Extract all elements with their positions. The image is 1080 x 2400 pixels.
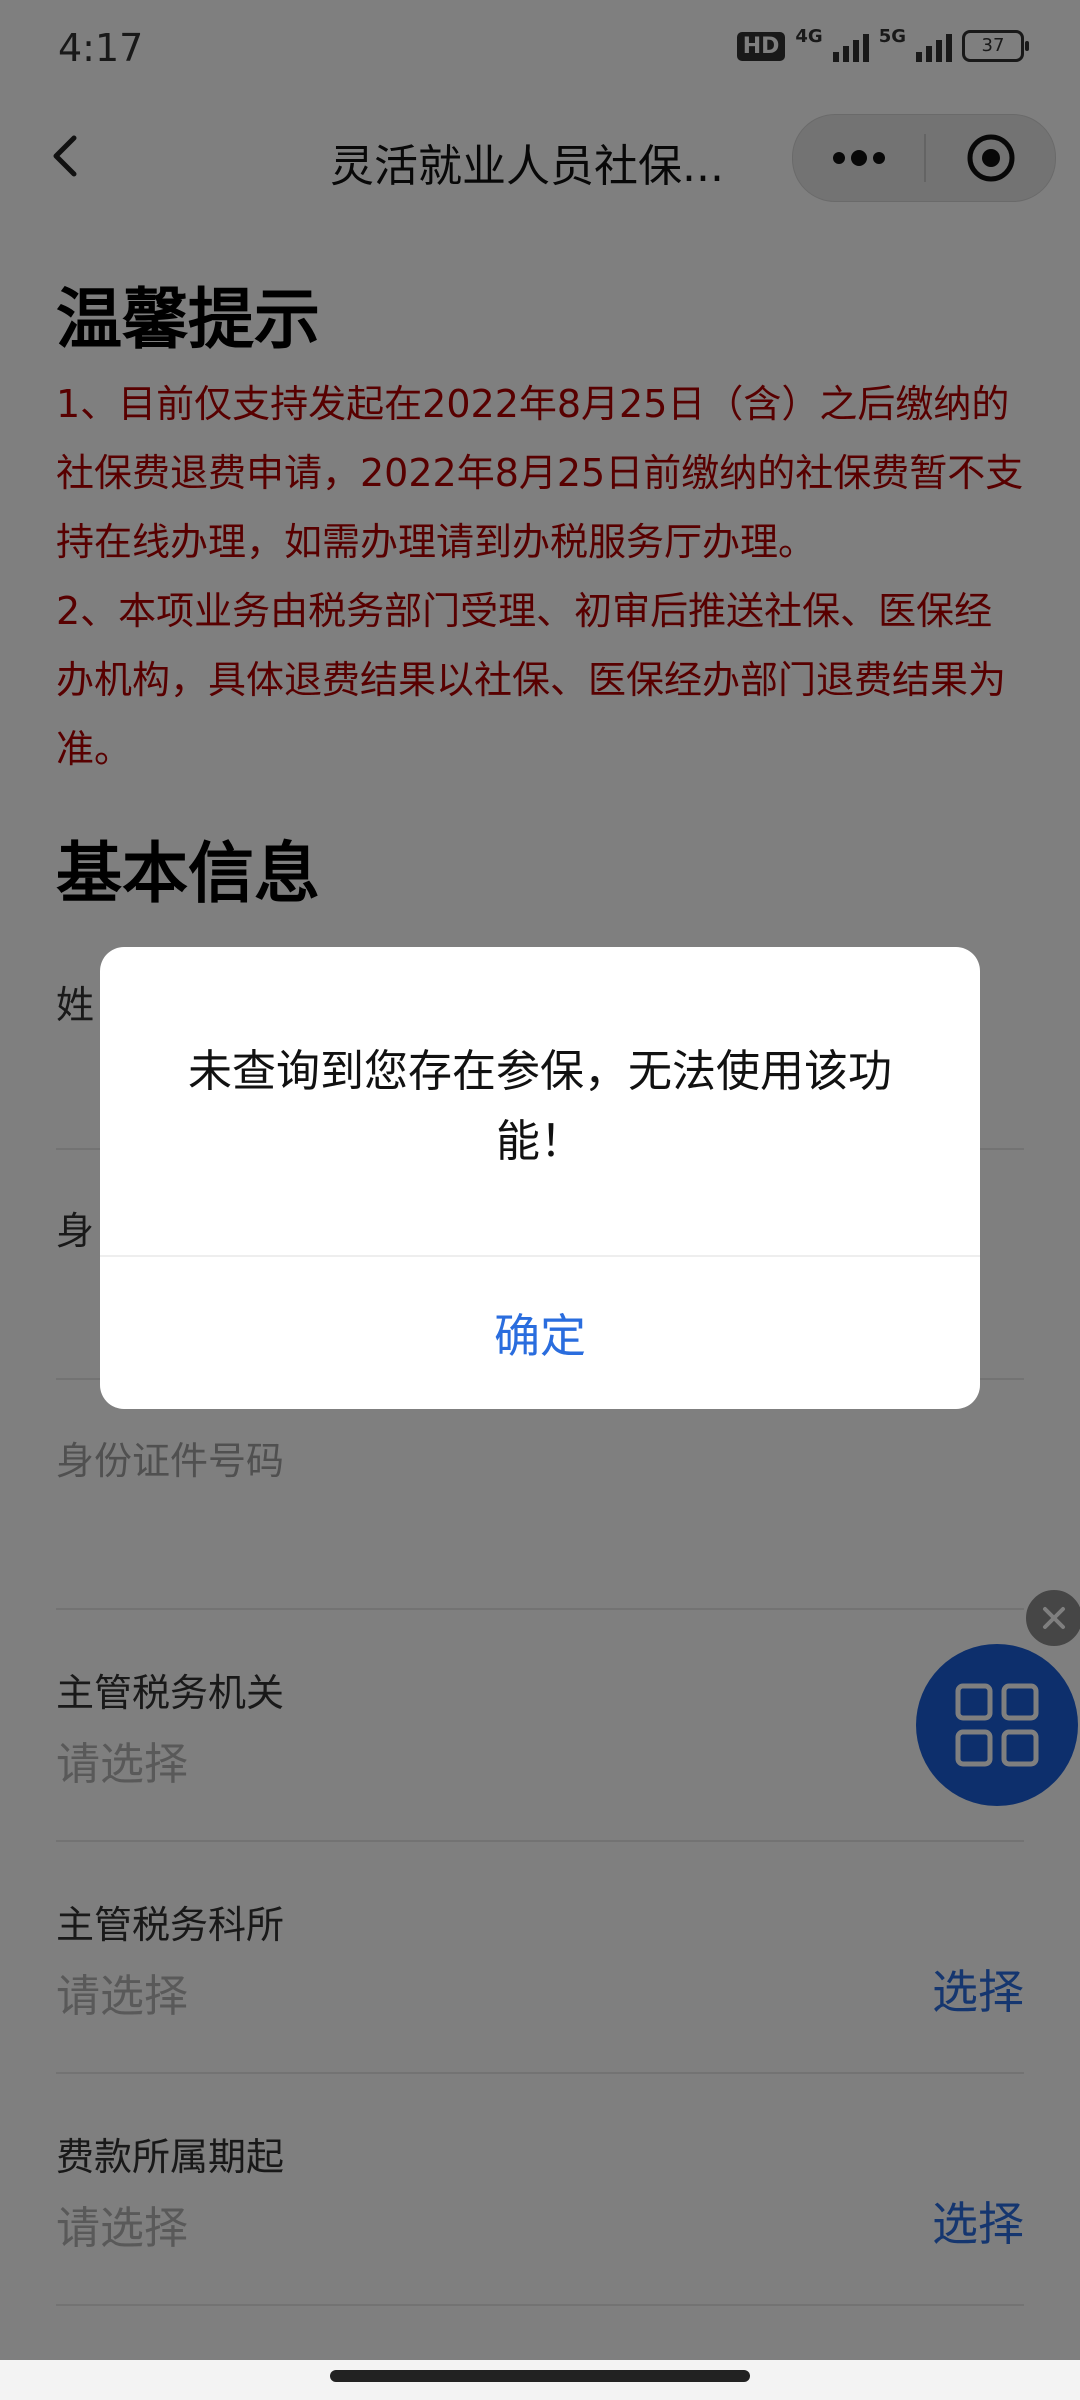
home-indicator[interactable] [330, 2370, 750, 2382]
dialog-message: 未查询到您存在参保，无法使用该功能！ [188, 1046, 892, 1167]
alert-dialog: 未查询到您存在参保，无法使用该功能！ 确定 [100, 947, 980, 1409]
confirm-button[interactable]: 确定 [100, 1257, 980, 1409]
